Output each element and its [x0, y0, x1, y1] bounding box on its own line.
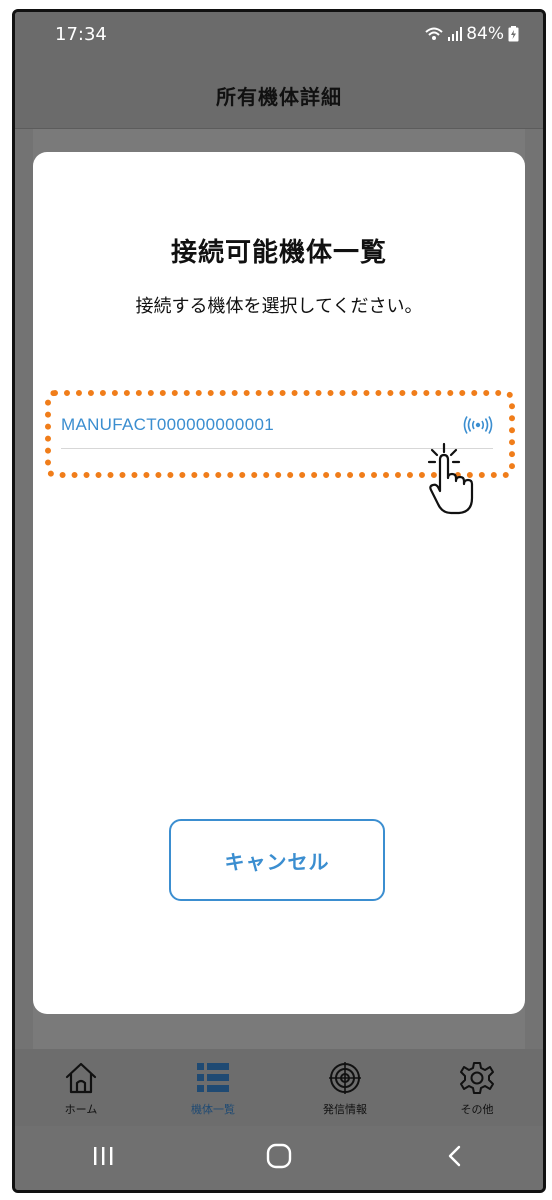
list-icon	[195, 1061, 231, 1095]
battery-icon	[508, 26, 519, 42]
cellular-signal-icon	[448, 27, 463, 41]
app-header: 所有機体詳細	[15, 62, 543, 129]
page-title: 所有機体詳細	[216, 84, 342, 109]
nav-label-home: ホーム	[64, 1103, 98, 1116]
back-button[interactable]	[415, 1138, 495, 1178]
phone-screen: 17:34 84% 所有機体詳細 接続可能機体一覧 接続する機体を選択してくださ…	[12, 9, 546, 1193]
status-indicators: 84%	[424, 24, 519, 44]
hand-pointer-icon	[423, 440, 483, 520]
device-name: MANUFACT000000000001	[61, 415, 274, 434]
nav-label-other: その他	[460, 1103, 494, 1116]
target-icon	[327, 1061, 363, 1095]
nav-item-other[interactable]: その他	[411, 1049, 543, 1126]
system-navigation-bar	[15, 1126, 543, 1190]
cancel-button[interactable]: キャンセル	[169, 819, 385, 901]
device-select-dialog: 接続可能機体一覧 接続する機体を選択してください。 MANUFACT000000…	[33, 152, 525, 1014]
nav-label-device-list: 機体一覧	[191, 1103, 235, 1116]
recent-apps-icon	[91, 1145, 115, 1171]
status-bar: 17:34 84%	[15, 12, 543, 62]
gear-icon	[459, 1061, 495, 1095]
bottom-navigation: ホーム 機体一覧 発信情報 その他	[15, 1049, 543, 1126]
status-time: 17:34	[55, 24, 107, 45]
dialog-subtitle: 接続する機体を選択してください。	[135, 296, 423, 317]
home-system-button[interactable]	[239, 1138, 319, 1178]
chevron-left-icon	[445, 1144, 465, 1172]
wifi-icon	[424, 26, 444, 42]
nav-item-home[interactable]: ホーム	[15, 1049, 147, 1126]
dialog-title: 接続可能機体一覧	[170, 238, 387, 268]
battery-percent: 84%	[466, 24, 504, 44]
nav-item-device-list[interactable]: 機体一覧	[147, 1049, 279, 1126]
home-icon	[63, 1061, 99, 1095]
nav-label-broadcast-info: 発信情報	[323, 1103, 367, 1116]
recent-apps-button[interactable]	[63, 1138, 143, 1178]
signal-broadcast-icon	[463, 416, 493, 434]
nav-item-broadcast-info[interactable]: 発信情報	[279, 1049, 411, 1126]
home-circle-icon	[265, 1143, 293, 1173]
